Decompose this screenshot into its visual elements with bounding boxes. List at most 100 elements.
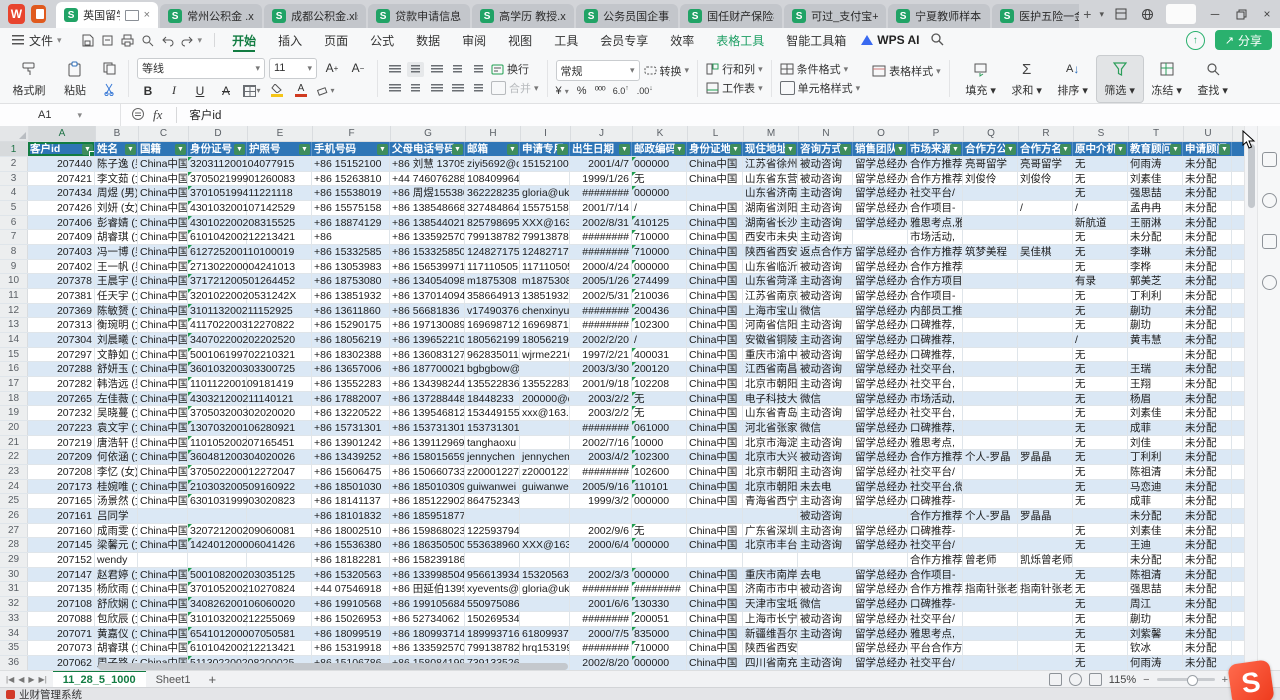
formula-content[interactable]: 客户id — [189, 107, 221, 123]
data-cell[interactable]: 2001/7/14 — [570, 201, 632, 215]
data-cell[interactable] — [963, 362, 1018, 376]
increase-font-icon[interactable]: A+ — [321, 59, 343, 77]
align-right-icon[interactable] — [428, 81, 445, 96]
file-tab[interactable]: S国任财产保险样本.x — [680, 4, 782, 28]
data-cell[interactable] — [1073, 509, 1128, 523]
data-cell[interactable]: 留学总经办 — [853, 612, 908, 626]
tab-list-caret-icon[interactable]: ▾ — [1099, 9, 1104, 20]
data-cell[interactable]: +86 18101832 — [312, 509, 390, 523]
data-cell[interactable]: 155751588 — [520, 201, 570, 215]
data-cell[interactable]: 无 — [632, 392, 687, 406]
data-cell[interactable]: 117110505 — [520, 260, 570, 274]
filter-dropdown-icon[interactable]: ▼ — [377, 144, 388, 155]
data-cell[interactable]: China中国 — [138, 216, 188, 230]
data-cell[interactable]: China中国 — [138, 450, 188, 464]
data-cell[interactable] — [188, 553, 247, 567]
data-cell[interactable]: 钦冰 — [1128, 641, 1183, 655]
menu-item-审阅[interactable]: 审阅 — [451, 28, 497, 52]
data-cell[interactable]: 合作方推荐 — [908, 509, 963, 523]
data-cell[interactable]: 未分配 — [1183, 260, 1232, 274]
data-cell[interactable]: +86 18002510 — [312, 524, 390, 538]
add-sheet-button[interactable]: + — [208, 672, 216, 687]
data-cell[interactable] — [1018, 348, 1073, 362]
data-cell[interactable] — [743, 553, 798, 567]
data-cell[interactable]: jennychen( — [520, 450, 570, 464]
data-cell[interactable]: 口碑推荐, — [908, 348, 963, 362]
data-cell[interactable]: 包欣辰 (女 — [95, 612, 138, 626]
data-cell[interactable]: +86 1339985047 — [390, 568, 465, 582]
data-cell[interactable]: 962835011 — [465, 348, 520, 362]
data-cell[interactable]: 未分配 — [1183, 465, 1232, 479]
filter-dropdown-icon[interactable]: ▼ — [1115, 144, 1126, 155]
data-cell[interactable]: 被动咨询 — [798, 157, 853, 171]
data-cell[interactable]: +86 周煜155380 — [390, 186, 465, 200]
column-header-F[interactable]: F — [313, 126, 391, 141]
data-cell[interactable]: +86 15026953 — [312, 612, 390, 626]
data-cell[interactable]: 411702200312270822 — [188, 318, 247, 332]
data-cell[interactable]: 370502200012272047 — [188, 465, 247, 479]
data-cell[interactable]: 吴佳棋 — [1018, 245, 1073, 259]
data-cell[interactable]: 2002/9/6 — [570, 524, 632, 538]
row-number[interactable]: 21 — [0, 436, 28, 450]
header-cell[interactable]: 教育顾问▼ — [1128, 142, 1183, 156]
decrease-decimal-button[interactable]: .00↓ — [637, 85, 653, 96]
wps-floating-logo[interactable]: S — [1227, 659, 1274, 700]
data-cell[interactable]: +86 1372884481 — [390, 392, 465, 406]
data-cell[interactable]: 未分配 — [1183, 377, 1232, 391]
data-cell[interactable]: 630103199903020823 — [188, 494, 247, 508]
data-cell[interactable]: China中国 — [138, 612, 188, 626]
data-cell[interactable]: 口碑推荐- — [908, 494, 963, 508]
data-cell[interactable] — [963, 274, 1018, 288]
data-cell[interactable]: China中国 — [138, 274, 188, 288]
data-cell[interactable]: 151521001 — [520, 157, 570, 171]
data-cell[interactable]: 2005/1/26 — [570, 274, 632, 288]
last-sheet-icon[interactable]: ▶| — [39, 675, 47, 684]
justify-icon[interactable] — [449, 81, 466, 96]
data-cell[interactable]: +86 19910568 — [312, 597, 390, 611]
data-cell[interactable]: +86 1565399710 — [390, 260, 465, 274]
data-cell[interactable] — [1018, 597, 1073, 611]
data-cell[interactable]: 袁文宇 (女 — [95, 421, 138, 435]
data-cell[interactable]: +44 07546918 — [312, 582, 390, 596]
row-number[interactable]: 10 — [0, 274, 28, 288]
column-header-H[interactable]: H — [466, 126, 521, 141]
data-cell[interactable]: 口碑推荐, — [908, 333, 963, 347]
data-cell[interactable]: 无 — [1073, 465, 1128, 479]
data-cell[interactable]: 主动咨询 — [798, 216, 853, 230]
column-header-I[interactable]: I — [521, 126, 571, 141]
data-cell[interactable] — [520, 553, 570, 567]
data-cell[interactable]: 207378 — [28, 274, 95, 288]
filter-dropdown-icon[interactable]: ▼ — [1170, 144, 1181, 155]
data-cell[interactable]: +86 15320563 — [312, 568, 390, 582]
data-cell[interactable]: 凯烁曾老师 — [1018, 553, 1073, 567]
data-cell[interactable]: 未分配 — [1183, 641, 1232, 655]
data-cell[interactable]: 主动咨询 — [798, 274, 853, 288]
data-cell[interactable] — [188, 509, 247, 523]
data-cell[interactable]: 被动咨询 — [798, 348, 853, 362]
data-cell[interactable]: 主动咨询 — [798, 465, 853, 479]
data-cell[interactable]: China中国 — [138, 348, 188, 362]
data-cell[interactable]: +86 56681836 — [390, 304, 465, 318]
data-cell[interactable]: China中国 — [138, 568, 188, 582]
menu-item-数据[interactable]: 数据 — [405, 28, 451, 52]
column-header-D[interactable]: D — [189, 126, 248, 141]
data-cell[interactable]: 留学总经办 — [853, 157, 908, 171]
data-cell[interactable]: 2005/9/16 — [570, 480, 632, 494]
data-cell[interactable]: 000000 — [632, 568, 687, 582]
row-number[interactable]: 23 — [0, 465, 28, 479]
font-size-select[interactable]: 11▾ — [269, 58, 317, 79]
data-cell[interactable]: 799138782 — [465, 230, 520, 244]
column-header-J[interactable]: J — [571, 126, 633, 141]
data-cell[interactable]: +86 1335925706 — [390, 641, 465, 655]
data-cell[interactable]: 未分配 — [1183, 582, 1232, 596]
data-cell[interactable]: +86 1340540988 — [390, 274, 465, 288]
data-cell[interactable]: 108409964XXX@163. — [465, 172, 520, 186]
data-cell[interactable]: 2003/3/30 — [570, 362, 632, 376]
row-number[interactable]: 2 — [0, 157, 28, 171]
data-cell[interactable]: 王翔 — [1128, 377, 1183, 391]
data-cell[interactable]: 360481200304020026 — [188, 450, 247, 464]
globe-icon[interactable] — [1134, 0, 1160, 28]
header-cell[interactable]: 现住地址▼ — [743, 142, 798, 156]
data-cell[interactable]: 重庆市南岸 — [743, 568, 798, 582]
data-cell[interactable]: 亮哥留学 — [1018, 157, 1073, 171]
